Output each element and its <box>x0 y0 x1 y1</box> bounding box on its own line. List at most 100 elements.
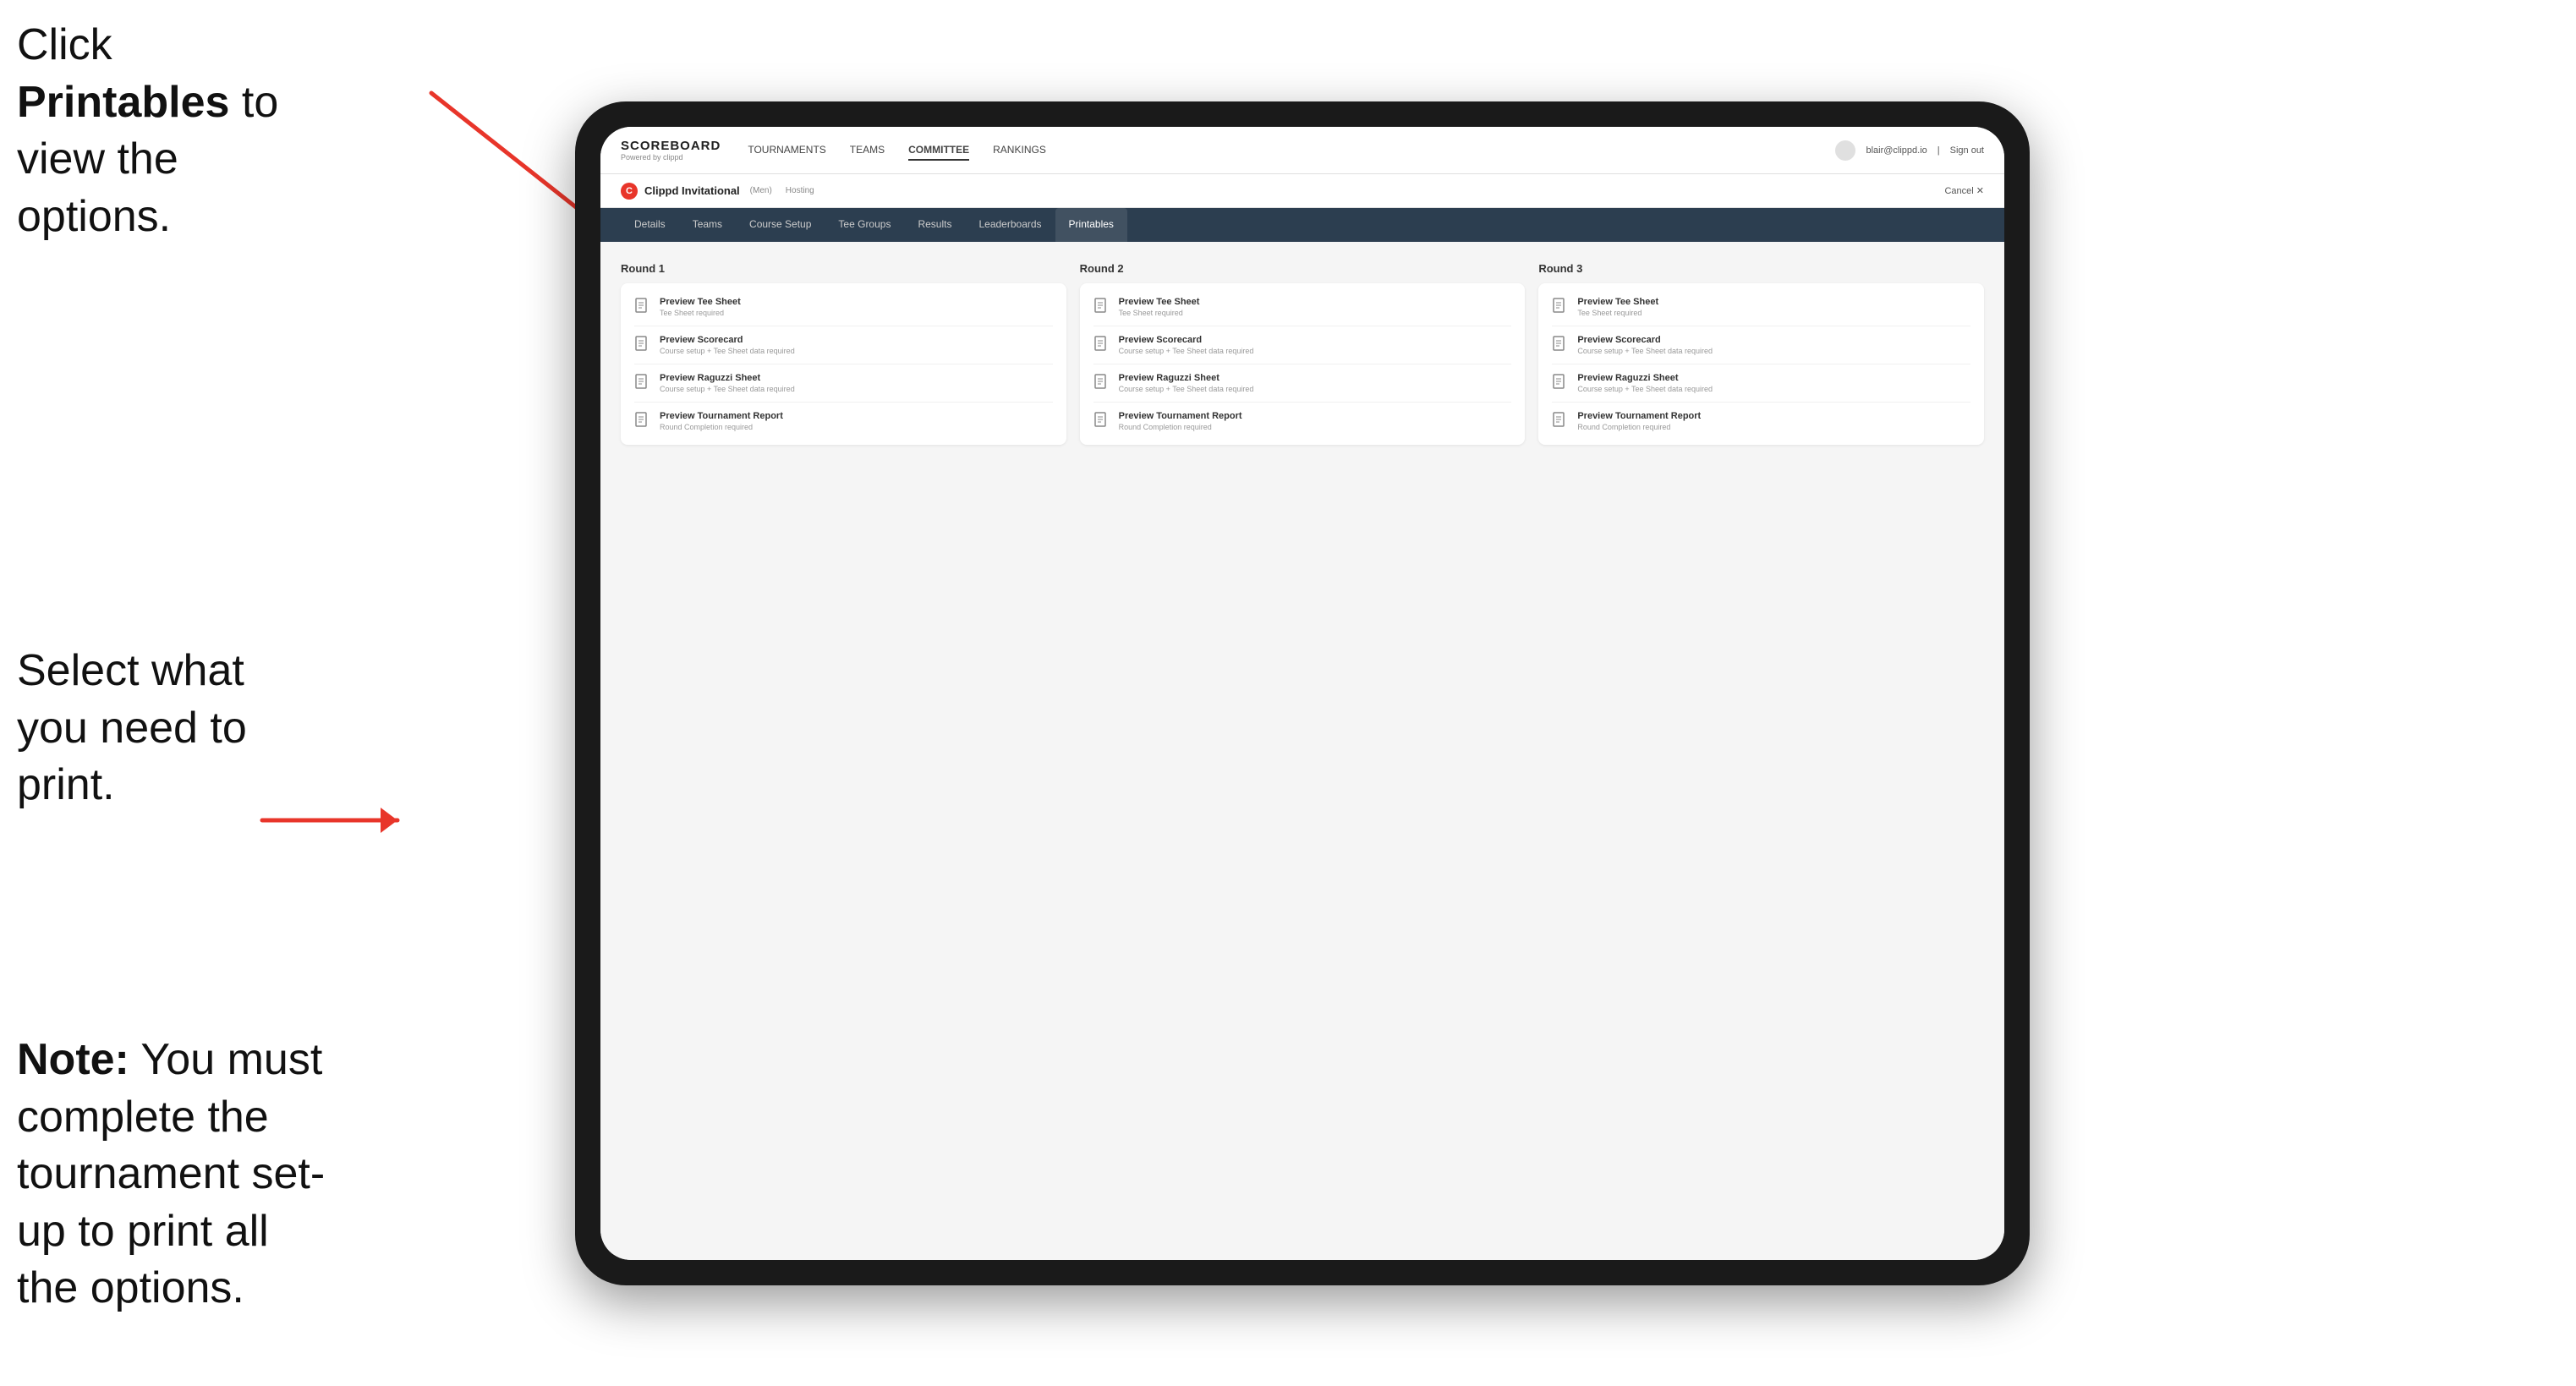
round-1-scorecard-title: Preview Scorecard <box>660 335 795 345</box>
cancel-button[interactable]: Cancel ✕ <box>1944 185 1984 196</box>
round-1-tournament-report[interactable]: Preview Tournament Report Round Completi… <box>634 403 1053 431</box>
round-1-scorecard[interactable]: Preview Scorecard Course setup + Tee She… <box>634 326 1053 364</box>
round-2-raguzzi-subtitle: Course setup + Tee Sheet data required <box>1119 385 1254 393</box>
round-1-tee-sheet-subtitle: Tee Sheet required <box>660 309 741 317</box>
nav-tournaments[interactable]: TOURNAMENTS <box>748 140 825 161</box>
sub-nav: C Clippd Invitational (Men) Hosting Canc… <box>600 174 2004 208</box>
round-2-tee-sheet-text: Preview Tee Sheet Tee Sheet required <box>1119 297 1200 317</box>
round-3-tee-sheet-title: Preview Tee Sheet <box>1577 297 1658 307</box>
tablet-device: SCOREBOARD Powered by clippd TOURNAMENTS… <box>575 101 2030 1285</box>
nav-committee[interactable]: COMMITTEE <box>908 140 969 161</box>
tab-results[interactable]: Results <box>904 208 965 242</box>
round-3-raguzzi-subtitle: Course setup + Tee Sheet data required <box>1577 385 1713 393</box>
round-3-tee-sheet[interactable]: Preview Tee Sheet Tee Sheet required <box>1552 297 1970 326</box>
main-content: Round 1 Preview Tee Sheet Tee S <box>600 242 2004 1260</box>
round-3-title: Round 3 <box>1538 262 1984 275</box>
round-2-report-title: Preview Tournament Report <box>1119 411 1242 421</box>
round-2-raguzzi-title: Preview Raguzzi Sheet <box>1119 373 1254 383</box>
r3-print-icon-4 <box>1552 412 1569 430</box>
print-icon-2 <box>634 336 651 354</box>
r2-print-icon-1 <box>1093 298 1110 316</box>
round-3-card: Preview Tee Sheet Tee Sheet required <box>1538 283 1984 445</box>
round-2-scorecard-subtitle: Course setup + Tee Sheet data required <box>1119 347 1254 355</box>
annotation-top: Click Printables to view the options. <box>17 17 304 245</box>
tab-teams[interactable]: Teams <box>679 208 736 242</box>
nav-teams[interactable]: TEAMS <box>850 140 885 161</box>
round-3-scorecard-subtitle: Course setup + Tee Sheet data required <box>1577 347 1713 355</box>
round-1-tee-sheet-text: Preview Tee Sheet Tee Sheet required <box>660 297 741 317</box>
round-1-scorecard-subtitle: Course setup + Tee Sheet data required <box>660 347 795 355</box>
tablet-screen: SCOREBOARD Powered by clippd TOURNAMENTS… <box>600 127 2004 1260</box>
print-icon <box>634 298 651 316</box>
brand-title: SCOREBOARD <box>621 139 721 153</box>
user-email: blair@clippd.io <box>1866 145 1927 156</box>
round-3-report-text: Preview Tournament Report Round Completi… <box>1577 411 1701 431</box>
r2-print-icon-3 <box>1093 374 1110 392</box>
round-2-tee-sheet-subtitle: Tee Sheet required <box>1119 309 1200 317</box>
tournament-bracket: (Men) <box>750 186 772 195</box>
round-3-raguzzi-title: Preview Raguzzi Sheet <box>1577 373 1713 383</box>
round-2-card: Preview Tee Sheet Tee Sheet required <box>1080 283 1526 445</box>
print-icon-3 <box>634 374 651 392</box>
round-3-tee-sheet-subtitle: Tee Sheet required <box>1577 309 1658 317</box>
brand: SCOREBOARD Powered by clippd <box>621 139 721 162</box>
annotation-bottom: Note: You must complete the tournament s… <box>17 1032 338 1318</box>
tab-printables[interactable]: Printables <box>1055 208 1127 242</box>
hosting-badge: Hosting <box>786 186 814 195</box>
round-3-tournament-report[interactable]: Preview Tournament Report Round Completi… <box>1552 403 1970 431</box>
tab-tee-groups[interactable]: Tee Groups <box>825 208 904 242</box>
tab-details[interactable]: Details <box>621 208 679 242</box>
separator: | <box>1937 145 1940 156</box>
user-avatar <box>1835 140 1855 161</box>
round-3-section: Round 3 Preview Tee Sheet Tee S <box>1538 262 1984 445</box>
r2-print-icon-2 <box>1093 336 1110 354</box>
round-3-raguzzi-text: Preview Raguzzi Sheet Course setup + Tee… <box>1577 373 1713 393</box>
tab-leaderboards[interactable]: Leaderboards <box>965 208 1055 242</box>
round-2-raguzzi[interactable]: Preview Raguzzi Sheet Course setup + Tee… <box>1093 364 1512 403</box>
top-nav-right: blair@clippd.io | Sign out <box>1835 140 1984 161</box>
top-nav-links: TOURNAMENTS TEAMS COMMITTEE RANKINGS <box>748 140 1835 161</box>
tab-bar: Details Teams Course Setup Tee Groups Re… <box>600 208 2004 242</box>
round-1-raguzzi[interactable]: Preview Raguzzi Sheet Course setup + Tee… <box>634 364 1053 403</box>
annotation-note-bold: Note: <box>17 1035 129 1084</box>
round-1-raguzzi-text: Preview Raguzzi Sheet Course setup + Tee… <box>660 373 795 393</box>
round-1-report-text: Preview Tournament Report Round Completi… <box>660 411 783 431</box>
round-2-scorecard[interactable]: Preview Scorecard Course setup + Tee She… <box>1093 326 1512 364</box>
round-2-scorecard-text: Preview Scorecard Course setup + Tee She… <box>1119 335 1254 355</box>
round-2-title: Round 2 <box>1080 262 1526 275</box>
round-1-tee-sheet[interactable]: Preview Tee Sheet Tee Sheet required <box>634 297 1053 326</box>
brand-sub: Powered by clippd <box>621 153 721 162</box>
round-1-title: Round 1 <box>621 262 1066 275</box>
round-1-report-title: Preview Tournament Report <box>660 411 783 421</box>
sign-out-link[interactable]: Sign out <box>1950 145 1984 156</box>
round-1-report-subtitle: Round Completion required <box>660 423 783 431</box>
nav-rankings[interactable]: RANKINGS <box>993 140 1046 161</box>
r3-print-icon-1 <box>1552 298 1569 316</box>
round-3-scorecard-title: Preview Scorecard <box>1577 335 1713 345</box>
round-2-tee-sheet-title: Preview Tee Sheet <box>1119 297 1200 307</box>
round-3-scorecard[interactable]: Preview Scorecard Course setup + Tee She… <box>1552 326 1970 364</box>
round-2-scorecard-title: Preview Scorecard <box>1119 335 1254 345</box>
tab-course-setup[interactable]: Course Setup <box>736 208 825 242</box>
annotation-middle: Select what you need to print. <box>17 643 304 814</box>
round-3-report-title: Preview Tournament Report <box>1577 411 1701 421</box>
tournament-icon: C <box>621 183 638 200</box>
print-icon-4 <box>634 412 651 430</box>
r2-print-icon-4 <box>1093 412 1110 430</box>
round-1-card: Preview Tee Sheet Tee Sheet required <box>621 283 1066 445</box>
annotation-bold: Printables <box>17 78 229 127</box>
round-2-tournament-report[interactable]: Preview Tournament Report Round Completi… <box>1093 403 1512 431</box>
round-3-tee-sheet-text: Preview Tee Sheet Tee Sheet required <box>1577 297 1658 317</box>
round-2-tee-sheet[interactable]: Preview Tee Sheet Tee Sheet required <box>1093 297 1512 326</box>
round-2-report-text: Preview Tournament Report Round Completi… <box>1119 411 1242 431</box>
tournament-title: Clippd Invitational <box>644 184 740 197</box>
round-3-raguzzi[interactable]: Preview Raguzzi Sheet Course setup + Tee… <box>1552 364 1970 403</box>
round-1-scorecard-text: Preview Scorecard Course setup + Tee She… <box>660 335 795 355</box>
round-1-tee-sheet-title: Preview Tee Sheet <box>660 297 741 307</box>
round-2-section: Round 2 Preview Tee Sheet Tee S <box>1080 262 1526 445</box>
top-nav: SCOREBOARD Powered by clippd TOURNAMENTS… <box>600 127 2004 174</box>
round-2-report-subtitle: Round Completion required <box>1119 423 1242 431</box>
round-2-raguzzi-text: Preview Raguzzi Sheet Course setup + Tee… <box>1119 373 1254 393</box>
tournament-name: C Clippd Invitational (Men) Hosting <box>621 183 814 200</box>
round-3-report-subtitle: Round Completion required <box>1577 423 1701 431</box>
